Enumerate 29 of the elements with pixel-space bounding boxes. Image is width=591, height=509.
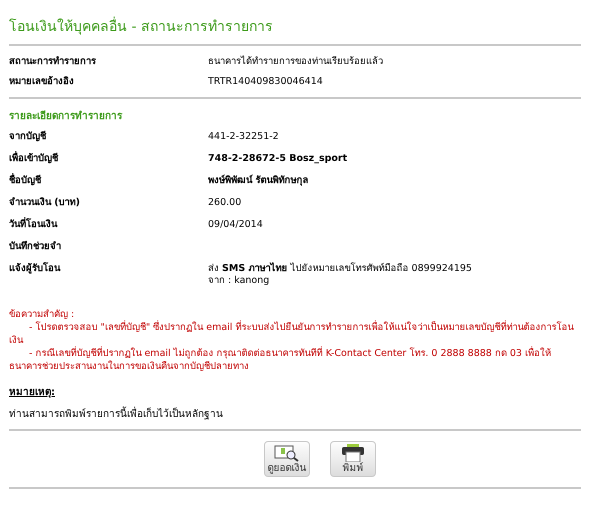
field-label: แจ้งผู้รับโอน xyxy=(9,263,62,276)
balance-button[interactable]: ดูยอดเงิน xyxy=(264,441,310,477)
print-button[interactable]: พิมพ์ xyxy=(330,441,376,477)
field-value: จาก : kanong xyxy=(208,275,270,287)
field-label: จำนวนเงิน (บาท) xyxy=(9,197,81,209)
remark-text: ท่านสามารถพิมพ์รายการนี้เพื่อเก็บไว้เป็นหลักฐาน xyxy=(9,399,581,429)
field-value: ส่ง SMS ภาษาไทย ไปยังหมายเลขโทรศัพท์มือถือ 0899924195 xyxy=(208,263,472,275)
page-title: โอนเงินให้บุคคลอื่น - สถานะการทำรายการ xyxy=(9,18,581,44)
notice-heading: ข้อความสำคัญ : xyxy=(9,308,76,321)
field-value: TRTR140409830046414 xyxy=(208,76,323,88)
field-label: สถานะการทำรายการ xyxy=(9,56,97,68)
monitor-magnifier-icon xyxy=(274,445,300,462)
remark-heading: หมายเหตุ: xyxy=(9,387,55,399)
section-heading: รายละเอียดการทำรายการ xyxy=(9,109,124,123)
field-label: วันที่โอนเงิน xyxy=(9,219,58,231)
field-label: หมายเลขอ้างอิง xyxy=(9,76,75,88)
field-value: 748-2-28672-5 Bosz_sport xyxy=(208,153,348,165)
field-value: 441-2-32251-2 xyxy=(208,131,279,143)
field-label: เพื่อเข้าบัญชี xyxy=(9,153,60,165)
field-label: บันทึกช่วยจำ xyxy=(9,241,62,253)
field-value: พงษ์พิพัฒน์ รัตนพิทักษกุล xyxy=(208,175,308,187)
notice-text: - กรณีเลขที่บัญชีที่ปรากฏใน email ไม่ถูกต้อง กรุณาติดต่อธนาคารทันทีที่ K-Contact Center โทร. 0 2888 8888 กด 03 เพื่อให้ธนาคารช่วยประสานงานในการขอเงินคืนจากบัญชีปลายทาง xyxy=(9,347,552,373)
field-value: ธนาคารได้ทำรายการของท่านเรียบร้อยแล้ว xyxy=(208,56,383,68)
field-value: 09/04/2014 xyxy=(208,219,263,231)
printer-icon xyxy=(341,444,365,462)
field-label: ชื่อบัญชี xyxy=(9,175,42,187)
field-value: 260.00 xyxy=(208,197,242,209)
field-label: จากบัญชี xyxy=(9,131,48,143)
notice-text: - โปรดตรวจสอบ "เลขที่บัญชี" ซึ่งปรากฏใน email ที่ระบบส่งไปยืนยันการทำรายการเพื่อให้แน่ใจว่าเป็นหมายเลขบัญชีที่ท่านต้องการโอนเงิน xyxy=(9,321,575,346)
